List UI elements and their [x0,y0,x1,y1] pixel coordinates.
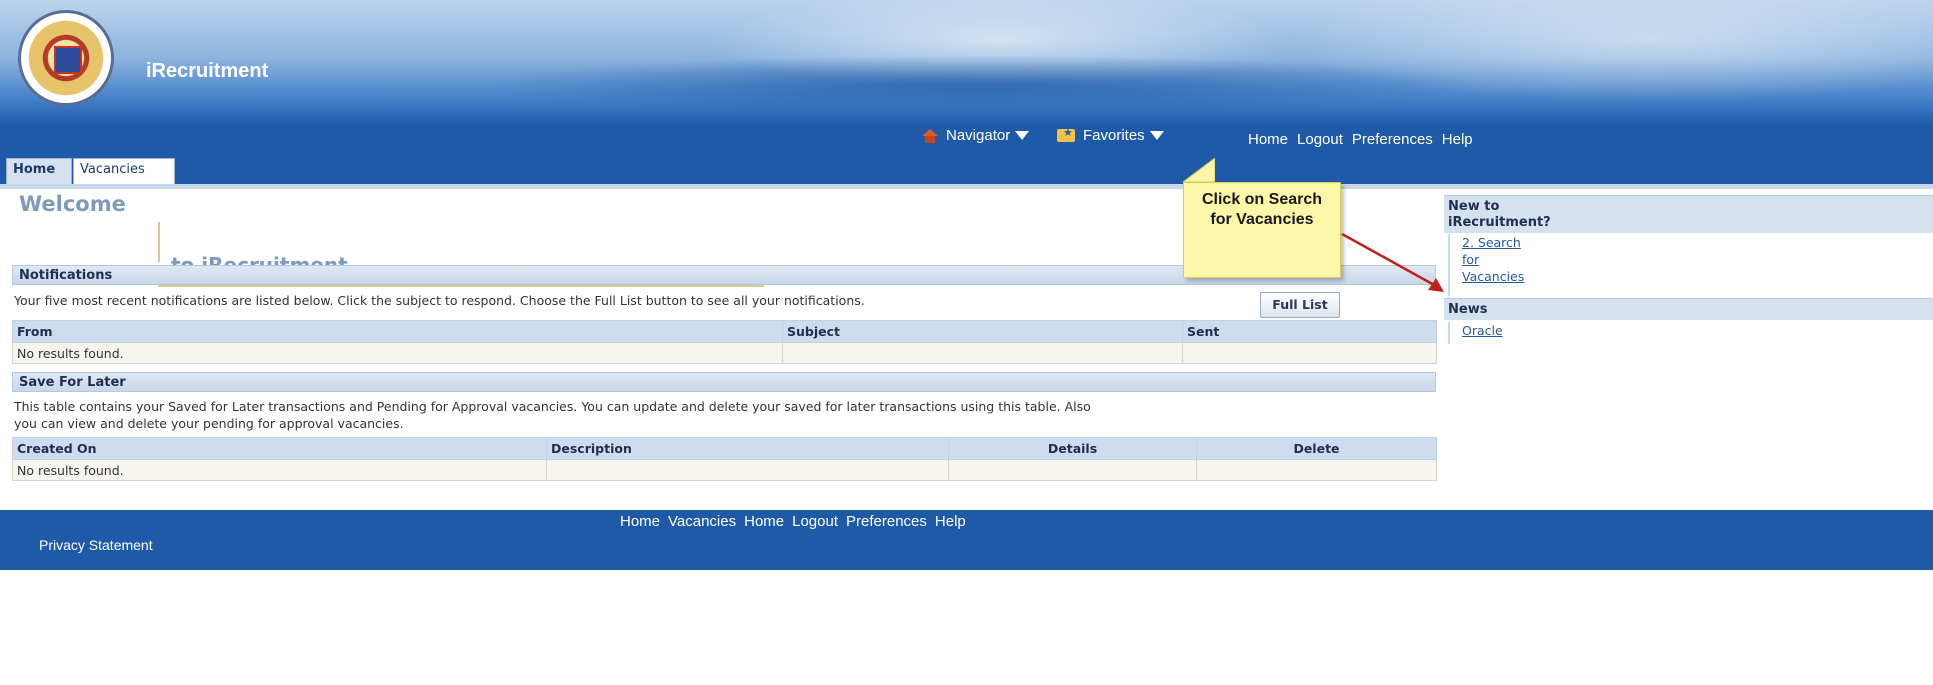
chevron-down-icon [1015,131,1030,140]
tab-vacancies[interactable]: Vacancies [73,158,175,184]
table-cell [782,342,1183,364]
instruction-line-2: you can view and delete your pending for… [14,416,404,431]
global-links: Home Logout Preferences Help [1248,131,1473,148]
navigator-label: Navigator [946,127,1011,144]
table-cell [948,459,1197,481]
home-icon [922,128,938,143]
table-row: No results found. [12,342,1437,364]
privacy-statement-link[interactable]: Privacy Statement [39,537,153,553]
header-line-2: iRecruitment? [1448,215,1551,230]
footer-link-vacancies[interactable]: Vacancies [668,513,736,530]
instruction-line-1: This table contains your Saved for Later… [14,399,1091,414]
table-header-row: From Subject Sent [12,320,1437,343]
column-header-subject[interactable]: Subject [782,320,1183,343]
table-cell [1182,342,1437,364]
search-vacancies-link[interactable]: 2. Search for Vacancies [1448,234,1933,296]
county-seal-logo [18,10,114,106]
global-link-preferences[interactable]: Preferences [1352,131,1433,148]
footer-link-help[interactable]: Help [935,513,966,530]
news-list: Oracle [1448,322,1933,344]
app-title: iRecruitment [146,60,269,82]
empty-message: No results found. [12,459,547,481]
header-banner [0,0,1933,128]
empty-message: No results found. [12,342,783,364]
welcome-title: Welcome [19,192,126,216]
news-header: News [1444,298,1933,320]
column-header-from[interactable]: From [12,320,783,343]
column-header-delete[interactable]: Delete [1196,437,1437,460]
global-link-home[interactable]: Home [1248,131,1288,148]
footer-link-logout[interactable]: Logout [792,513,838,530]
instruction-callout: Click on Search for Vacancies [1183,182,1341,278]
chevron-down-icon [1149,131,1164,140]
favorites-menu[interactable]: Favorites [1057,126,1164,144]
welcome-divider-horizontal [158,285,764,287]
banner-swoosh [480,55,1480,115]
footer-bar [0,510,1933,570]
table-header-row: Created On Description Details Delete [12,437,1437,460]
table-row: No results found. [12,459,1437,481]
navigator-menu[interactable]: Navigator [922,127,1030,144]
full-list-button[interactable]: Full List [1260,292,1340,318]
column-header-created-on[interactable]: Created On [12,437,547,460]
seal-shield [54,46,82,74]
tab-underline-strip [0,184,1933,189]
notifications-table: From Subject Sent No results found. [12,320,1437,364]
footer-link-preferences[interactable]: Preferences [846,513,927,530]
favorites-label: Favorites [1083,127,1145,144]
red-arrow-annotation [1341,232,1444,292]
table-cell [546,459,949,481]
notifications-instruction: Your five most recent notifications are … [14,293,865,308]
callout-line-1: Click on Search [1201,191,1323,208]
tab-home[interactable]: Home [6,158,72,184]
table-cell [1196,459,1437,481]
footer-link-home-2[interactable]: Home [744,513,784,530]
save-for-later-header: Save For Later [12,372,1436,392]
callout-fold-tab [1183,158,1215,182]
footer-link-home[interactable]: Home [620,513,660,530]
callout-line-2: for Vacancies [1210,211,1314,228]
header-line-1: New to [1448,199,1500,214]
global-link-logout[interactable]: Logout [1297,131,1343,148]
oracle-news-link[interactable]: Oracle [1462,322,1933,339]
favorites-folder-icon [1057,126,1075,142]
footer-links: Home Vacancies Home Logout Preferences H… [620,513,966,530]
welcome-divider-vertical [158,222,160,262]
save-for-later-table: Created On Description Details Delete No… [12,437,1437,481]
link-line-2[interactable]: for [1462,251,1933,268]
link-line-1[interactable]: 2. Search [1462,234,1933,251]
column-header-description[interactable]: Description [546,437,949,460]
column-header-sent[interactable]: Sent [1182,320,1437,343]
column-header-details[interactable]: Details [948,437,1197,460]
save-for-later-instruction: This table contains your Saved for Later… [14,398,1091,432]
global-link-help[interactable]: Help [1442,131,1473,148]
link-line-3[interactable]: Vacancies [1462,268,1933,285]
new-to-irecruitment-header: New to iRecruitment? [1444,195,1933,233]
